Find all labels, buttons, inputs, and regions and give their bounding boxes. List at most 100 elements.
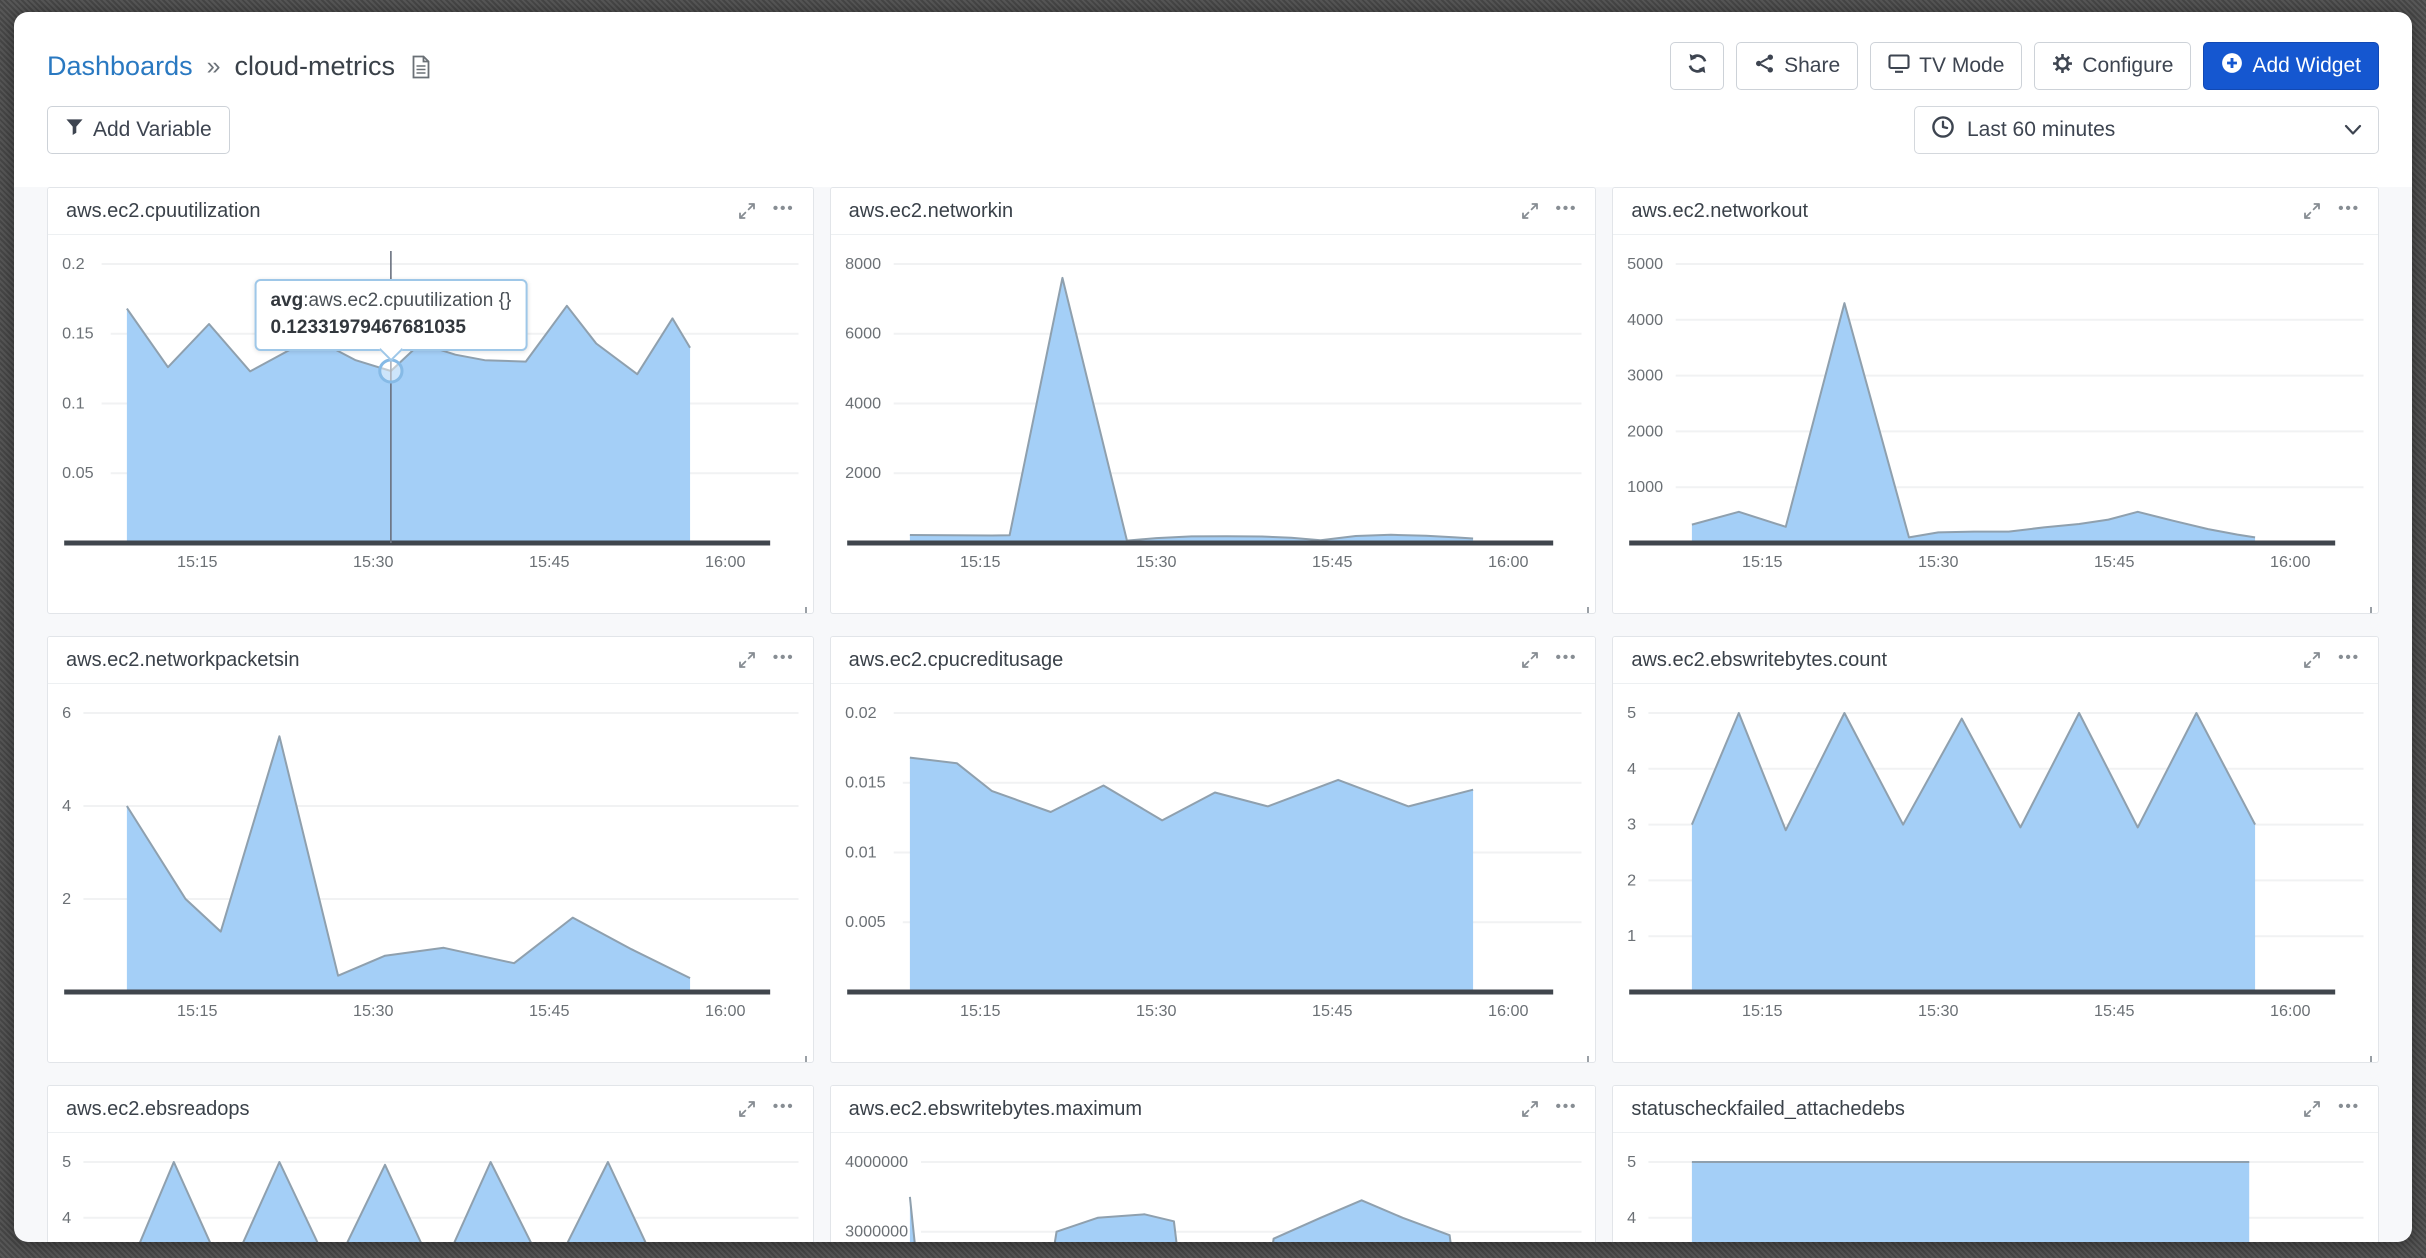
expand-icon[interactable]: [2302, 201, 2322, 221]
document-icon[interactable]: [411, 55, 431, 80]
widget-menu-icon[interactable]: •••: [1556, 201, 1578, 222]
svg-text:15:15: 15:15: [960, 553, 1001, 571]
top-actions: Share TV Mode Configure Add Widget: [1670, 42, 2379, 90]
resize-handle[interactable]: [1581, 607, 1589, 614]
svg-text:16:00: 16:00: [2270, 553, 2311, 571]
tv-mode-label: TV Mode: [1919, 54, 2004, 78]
widget-title: aws.ec2.cpuutilization: [66, 200, 261, 223]
svg-text:4: 4: [62, 797, 71, 815]
widget-header: aws.ec2.ebswritebytes.count •••: [1613, 637, 2378, 684]
expand-icon[interactable]: [2302, 650, 2322, 670]
chart-widget: aws.ec2.cpucreditusage ••• 0.020.0150.01…: [830, 636, 1597, 1063]
add-variable-label: Add Variable: [93, 118, 212, 142]
svg-text:15:30: 15:30: [1136, 553, 1177, 571]
chart-area: 0.20.150.10.0515:1515:3015:4516:00 avg:a…: [48, 235, 813, 583]
widget-title: aws.ec2.networkpacketsin: [66, 649, 299, 672]
resize-handle[interactable]: [799, 1056, 807, 1063]
chart-area: 5432115:1515:3015:4516:00: [48, 1133, 813, 1242]
area-chart[interactable]: 5432115:1515:3015:4516:00: [1613, 692, 2378, 1032]
widget-actions: •••: [2302, 1099, 2360, 1120]
clock-icon: [1931, 115, 1955, 145]
svg-text:0.02: 0.02: [845, 704, 877, 722]
resize-handle[interactable]: [2364, 607, 2372, 614]
svg-text:5: 5: [62, 1153, 71, 1171]
resize-handle[interactable]: [1581, 1056, 1589, 1063]
configure-button[interactable]: Configure: [2034, 42, 2191, 90]
share-button[interactable]: Share: [1736, 42, 1858, 90]
widget-header: aws.ec2.ebswritebytes.maximum •••: [831, 1086, 1596, 1133]
add-widget-label: Add Widget: [2252, 54, 2361, 78]
tv-icon: [1888, 53, 1910, 80]
svg-text:0.01: 0.01: [845, 844, 877, 862]
filter-icon: [65, 117, 84, 143]
svg-text:15:15: 15:15: [960, 1002, 1001, 1020]
breadcrumb-dashboards-link[interactable]: Dashboards: [47, 51, 193, 82]
expand-icon[interactable]: [737, 650, 757, 670]
svg-text:3000: 3000: [1627, 367, 1663, 385]
expand-icon[interactable]: [737, 201, 757, 221]
widget-menu-icon[interactable]: •••: [773, 201, 795, 222]
share-label: Share: [1784, 54, 1840, 78]
expand-icon[interactable]: [1520, 650, 1540, 670]
chart-area: 64215:1515:3015:4516:00: [48, 684, 813, 1032]
svg-text:3000000: 3000000: [845, 1223, 908, 1241]
area-chart[interactable]: 5000400030002000100015:1515:3015:4516:00: [1613, 243, 2378, 583]
chart-widget: aws.ec2.ebswritebytes.count ••• 5432115:…: [1612, 636, 2379, 1063]
add-variable-button[interactable]: Add Variable: [47, 106, 230, 154]
svg-text:1: 1: [1627, 927, 1636, 945]
widget-header: aws.ec2.networkout •••: [1613, 188, 2378, 235]
svg-text:15:45: 15:45: [2094, 553, 2135, 571]
chart-widget: aws.ec2.networkout ••• 50004000300020001…: [1612, 187, 2379, 614]
widget-menu-icon[interactable]: •••: [2338, 650, 2360, 671]
expand-icon[interactable]: [1520, 1099, 1540, 1119]
widget-menu-icon[interactable]: •••: [1556, 650, 1578, 671]
widget-actions: •••: [737, 201, 795, 222]
svg-text:4: 4: [1627, 1209, 1636, 1227]
widget-actions: •••: [737, 650, 795, 671]
widget-header: aws.ec2.ebsreadops •••: [48, 1086, 813, 1133]
expand-icon[interactable]: [737, 1099, 757, 1119]
widget-actions: •••: [737, 1099, 795, 1120]
expand-icon[interactable]: [2302, 1099, 2322, 1119]
svg-text:0.005: 0.005: [845, 913, 886, 931]
area-chart[interactable]: 800060004000200015:1515:3015:4516:00: [831, 243, 1596, 583]
widget-menu-icon[interactable]: •••: [773, 1099, 795, 1120]
area-chart[interactable]: 400000030000002000000100000015:1515:3015…: [831, 1141, 1596, 1242]
svg-text:16:00: 16:00: [705, 1002, 746, 1020]
tv-mode-button[interactable]: TV Mode: [1870, 42, 2022, 90]
chart-widget: statuscheckfailed_attachedebs ••• 543211…: [1612, 1085, 2379, 1242]
svg-text:0.05: 0.05: [62, 464, 94, 482]
top-bar: Dashboards » cloud-metrics Share: [47, 40, 2379, 92]
expand-icon[interactable]: [1520, 201, 1540, 221]
widget-menu-icon[interactable]: •••: [1556, 1099, 1578, 1120]
widget-menu-icon[interactable]: •••: [2338, 201, 2360, 222]
chart-area: 0.020.0150.010.00515:1515:3015:4516:00: [831, 684, 1596, 1032]
refresh-button[interactable]: [1670, 42, 1724, 90]
svg-text:15:15: 15:15: [1742, 1002, 1783, 1020]
area-chart[interactable]: 64215:1515:3015:4516:00: [48, 692, 813, 1032]
area-chart[interactable]: 5432115:1515:3015:4516:00: [48, 1141, 813, 1242]
refresh-icon: [1686, 52, 1709, 81]
svg-text:0.1: 0.1: [62, 395, 85, 413]
page-title: cloud-metrics: [235, 51, 396, 82]
tooltip-agg-label: avg: [270, 290, 303, 311]
widget-menu-icon[interactable]: •••: [2338, 1099, 2360, 1120]
widget-title: aws.ec2.ebswritebytes.count: [1631, 649, 1887, 672]
resize-handle[interactable]: [2364, 1056, 2372, 1063]
widget-menu-icon[interactable]: •••: [773, 650, 795, 671]
area-chart[interactable]: 5432115:1515:3015:4516:00: [1613, 1141, 2378, 1242]
configure-label: Configure: [2082, 54, 2173, 78]
svg-text:0.015: 0.015: [845, 774, 886, 792]
resize-handle[interactable]: [799, 607, 807, 614]
svg-text:16:00: 16:00: [1488, 1002, 1529, 1020]
time-range-select[interactable]: Last 60 minutes: [1914, 106, 2379, 154]
widget-actions: •••: [2302, 201, 2360, 222]
add-widget-button[interactable]: Add Widget: [2203, 42, 2379, 90]
chart-widget: aws.ec2.ebswritebytes.maximum ••• 400000…: [830, 1085, 1597, 1242]
tooltip-metric-name: :aws.ec2.cpuutilization {}: [303, 290, 511, 311]
toolbar: Add Variable Last 60 minutes: [47, 106, 2379, 154]
widget-title: aws.ec2.networkin: [849, 200, 1014, 223]
area-chart[interactable]: 0.020.0150.010.00515:1515:3015:4516:00: [831, 692, 1596, 1032]
svg-text:15:15: 15:15: [1742, 553, 1783, 571]
svg-text:15:45: 15:45: [2094, 1002, 2135, 1020]
